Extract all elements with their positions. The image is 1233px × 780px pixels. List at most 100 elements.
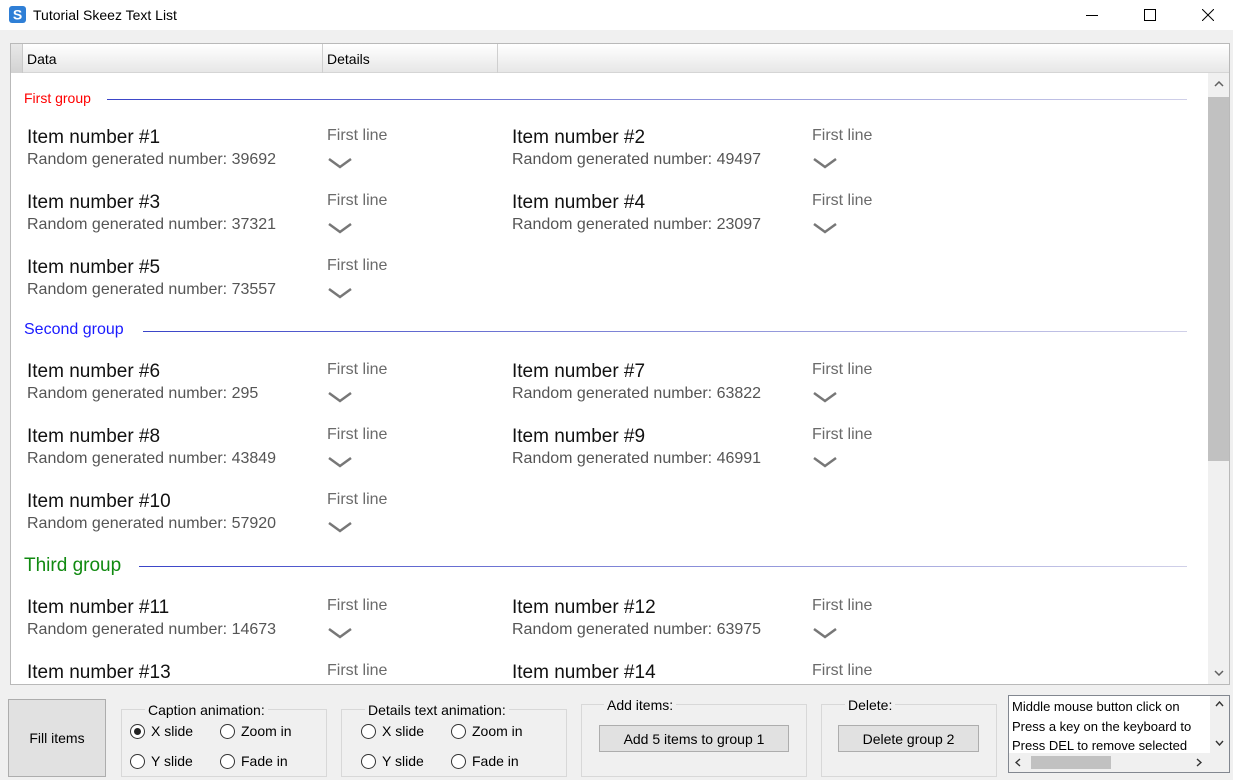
item-title: Item number #1 bbox=[27, 127, 161, 148]
fill-items-button[interactable]: Fill items bbox=[8, 699, 106, 777]
details-radio-zoom-in[interactable]: Zoom in bbox=[451, 723, 523, 739]
maximize-button[interactable] bbox=[1127, 0, 1173, 30]
close-button[interactable] bbox=[1185, 0, 1231, 30]
item-subtitle: Random generated number: 23097 bbox=[512, 216, 762, 233]
list-item[interactable]: Item number #6 Random generated number: … bbox=[27, 361, 507, 421]
info-line: Press DEL to remove selected bbox=[1012, 738, 1188, 753]
radio-icon bbox=[451, 753, 466, 769]
list-item[interactable]: Item number #1 Random generated number: … bbox=[27, 127, 507, 187]
list-item[interactable]: Item number #11 Random generated number:… bbox=[27, 597, 507, 657]
item-title: Item number #2 bbox=[512, 127, 646, 148]
list-item[interactable]: Item number #13 First line bbox=[27, 662, 507, 684]
details-radio-fade-in[interactable]: Fade in bbox=[451, 753, 519, 769]
chevron-down-icon[interactable] bbox=[813, 627, 837, 639]
item-detail: First line bbox=[327, 361, 388, 378]
chevron-up-icon[interactable] bbox=[1215, 701, 1224, 707]
scroll-thumb[interactable] bbox=[1208, 97, 1229, 461]
item-detail: First line bbox=[327, 257, 388, 274]
chevron-up-icon bbox=[1213, 81, 1224, 87]
item-subtitle: Random generated number: 43849 bbox=[27, 450, 277, 467]
details-radio-x-slide[interactable]: X slide bbox=[361, 723, 424, 739]
radio-icon bbox=[220, 723, 235, 739]
list-item[interactable]: Item number #8 Random generated number: … bbox=[27, 426, 507, 486]
group-header-third: Third group bbox=[24, 555, 122, 576]
radio-label: Fade in bbox=[241, 753, 288, 769]
radio-label: Zoom in bbox=[472, 723, 523, 739]
item-title: Item number #13 bbox=[27, 662, 171, 683]
radio-selected-icon bbox=[130, 723, 145, 739]
chevron-right-icon[interactable] bbox=[1196, 758, 1202, 767]
item-detail: First line bbox=[327, 491, 388, 508]
radio-icon bbox=[361, 723, 376, 739]
chevron-left-icon[interactable] bbox=[1015, 758, 1021, 767]
radio-label: Y slide bbox=[151, 753, 193, 769]
list-item[interactable]: Item number #5 Random generated number: … bbox=[27, 257, 507, 317]
radio-icon bbox=[451, 723, 466, 739]
group-separator-first bbox=[107, 99, 1187, 100]
radio-icon bbox=[220, 753, 235, 769]
item-title: Item number #4 bbox=[512, 192, 646, 213]
list-item[interactable]: Item number #7 Random generated number: … bbox=[512, 361, 992, 421]
item-title: Item number #12 bbox=[512, 597, 656, 618]
info-textbox[interactable]: Middle mouse button click on Press a key… bbox=[1008, 695, 1230, 773]
item-detail: First line bbox=[327, 192, 388, 209]
column-header-data[interactable]: Data bbox=[23, 44, 323, 73]
info-scroll-thumb[interactable] bbox=[1031, 756, 1111, 769]
chevron-down-icon[interactable] bbox=[328, 287, 352, 299]
list-item[interactable]: Item number #12 Random generated number:… bbox=[512, 597, 992, 657]
list-vertical-scrollbar[interactable] bbox=[1208, 73, 1229, 684]
scroll-up-button[interactable] bbox=[1208, 73, 1229, 95]
delete-group-2-button[interactable]: Delete group 2 bbox=[838, 725, 979, 752]
list-item[interactable]: Item number #14 First line bbox=[512, 662, 992, 684]
item-title: Item number #5 bbox=[27, 257, 161, 278]
group-header-second: Second group bbox=[24, 321, 124, 338]
chevron-down-icon[interactable] bbox=[328, 391, 352, 403]
item-subtitle: Random generated number: 63822 bbox=[512, 385, 762, 402]
scroll-down-button[interactable] bbox=[1208, 662, 1229, 684]
minimize-button[interactable] bbox=[1069, 0, 1115, 30]
caption-radio-x-slide[interactable]: X slide bbox=[130, 723, 193, 739]
list-item[interactable]: Item number #3 Random generated number: … bbox=[27, 192, 507, 252]
radio-label: X slide bbox=[382, 723, 425, 739]
list-item[interactable]: Item number #10 Random generated number:… bbox=[27, 491, 507, 551]
chevron-down-icon[interactable] bbox=[328, 521, 352, 533]
chevron-down-icon[interactable] bbox=[813, 157, 837, 169]
column-header-details[interactable]: Details bbox=[323, 44, 498, 73]
chevron-down-icon[interactable] bbox=[813, 222, 837, 234]
info-line: Middle mouse button click on bbox=[1012, 699, 1180, 714]
chevron-down-icon[interactable] bbox=[328, 157, 352, 169]
info-horizontal-scrollbar[interactable] bbox=[1009, 753, 1229, 772]
item-subtitle: Random generated number: 73557 bbox=[27, 281, 277, 298]
chevron-down-icon[interactable] bbox=[328, 627, 352, 639]
maximize-icon bbox=[1144, 9, 1156, 21]
caption-radio-y-slide[interactable]: Y slide bbox=[130, 753, 193, 769]
radio-label: X slide bbox=[151, 723, 194, 739]
text-list-view[interactable]: Data Details First group Second group Th… bbox=[10, 43, 1230, 685]
chevron-down-icon[interactable] bbox=[1215, 740, 1224, 746]
chevron-down-icon[interactable] bbox=[813, 456, 837, 468]
list-item[interactable]: Item number #9 Random generated number: … bbox=[512, 426, 992, 486]
list-item[interactable]: Item number #4 Random generated number: … bbox=[512, 192, 992, 252]
caption-radio-fade-in[interactable]: Fade in bbox=[220, 753, 288, 769]
header-grip bbox=[11, 44, 23, 73]
item-subtitle: Random generated number: 49497 bbox=[512, 151, 762, 168]
item-detail: First line bbox=[327, 127, 388, 144]
chevron-down-icon[interactable] bbox=[328, 222, 352, 234]
radio-label: Y slide bbox=[382, 753, 424, 769]
list-item[interactable]: Item number #2 Random generated number: … bbox=[512, 127, 992, 187]
caption-radio-zoom-in[interactable]: Zoom in bbox=[220, 723, 292, 739]
add-5-items-button[interactable]: Add 5 items to group 1 bbox=[599, 725, 789, 752]
info-vertical-scrollbar[interactable] bbox=[1210, 696, 1229, 753]
item-title: Item number #8 bbox=[27, 426, 161, 447]
group-header-first: First group bbox=[24, 90, 91, 106]
caption-animation-title: Caption animation: bbox=[145, 702, 268, 718]
details-radio-y-slide[interactable]: Y slide bbox=[361, 753, 424, 769]
radio-label: Zoom in bbox=[241, 723, 292, 739]
close-icon bbox=[1202, 9, 1214, 21]
item-detail: First line bbox=[327, 597, 388, 614]
item-detail: First line bbox=[812, 192, 873, 209]
chevron-down-icon[interactable] bbox=[328, 456, 352, 468]
chevron-down-icon bbox=[1213, 670, 1224, 676]
item-subtitle: Random generated number: 57920 bbox=[27, 515, 277, 532]
chevron-down-icon[interactable] bbox=[813, 391, 837, 403]
